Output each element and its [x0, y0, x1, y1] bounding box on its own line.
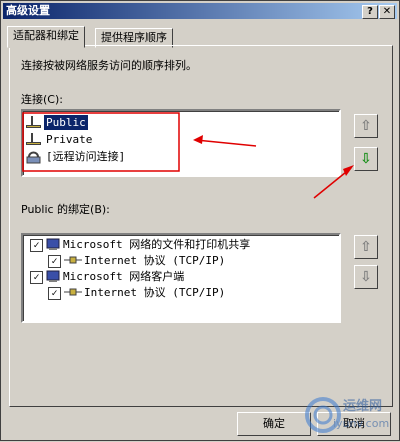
arrow-up-icon: ⇧: [360, 118, 372, 134]
bindings-label: Public 的绑定(B):: [21, 203, 110, 216]
annotation-arrowhead: [193, 135, 203, 144]
annotation-box: [22, 112, 180, 172]
move-up-connection-button[interactable]: ⇧: [354, 114, 378, 138]
watermark-text: 运维网: [343, 399, 383, 414]
binding-label: Internet 协议 (TCP/IP): [84, 286, 226, 299]
arrow-up-icon: ⇧: [360, 239, 372, 255]
protocol-icon: [64, 256, 82, 264]
binding-label: Internet 协议 (TCP/IP): [84, 254, 226, 267]
service-icon: [46, 238, 60, 250]
arrow-down-icon: ⇩: [360, 151, 372, 167]
move-down-connection-button[interactable]: ⇩: [354, 147, 378, 171]
bindings-tree[interactable]: ✓ Microsoft 网络的文件和打印机共享 ✓ Internet 协议 (T…: [21, 233, 341, 323]
watermark-url: iyunv.com: [333, 417, 390, 430]
protocol-icon: [64, 288, 82, 296]
move-down-binding-button[interactable]: ⇩: [354, 265, 378, 289]
move-up-binding-button[interactable]: ⇧: [354, 235, 378, 259]
annotation-arrow: [195, 139, 257, 147]
checkbox[interactable]: ✓: [48, 287, 61, 300]
ok-button[interactable]: 确定: [237, 412, 311, 436]
tab-label: 适配器和绑定: [13, 29, 79, 42]
checkbox[interactable]: ✓: [48, 255, 61, 268]
client-icon: [46, 270, 60, 282]
binding-label: Microsoft 网络客户端: [63, 270, 185, 283]
binding-label: Microsoft 网络的文件和打印机共享: [63, 238, 251, 251]
checkbox[interactable]: ✓: [30, 271, 43, 284]
annotation-arrowhead: [343, 165, 354, 176]
annotation-overlay: [22, 112, 354, 199]
tab-adapters-bindings[interactable]: 适配器和绑定: [7, 26, 85, 48]
arrow-down-icon: ⇩: [360, 269, 372, 285]
watermark: 运维网 iyunv.com: [303, 391, 395, 437]
checkbox[interactable]: ✓: [30, 239, 43, 252]
advanced-settings-window: 高级设置 ? ✕ 适配器和绑定 提供程序顺序 连接按被网络服务访问的顺序排列。 …: [0, 0, 400, 441]
